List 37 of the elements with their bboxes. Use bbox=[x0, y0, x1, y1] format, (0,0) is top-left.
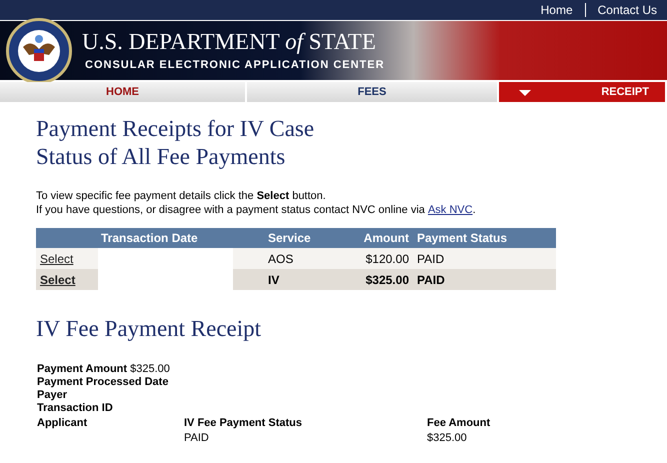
nav-tab[interactable]: FEES bbox=[247, 82, 499, 102]
column-header: Applicant bbox=[37, 417, 88, 430]
field-label: Payer bbox=[37, 389, 68, 402]
field-value: $325.00 bbox=[130, 363, 170, 376]
field-label: Payment Amount bbox=[37, 363, 128, 376]
site-title: U.S. DEPARTMENT of STATE bbox=[82, 28, 377, 56]
column-header: Fee Amount bbox=[427, 417, 492, 430]
column-header: Transaction Date bbox=[100, 230, 199, 247]
table-cell-text: IV bbox=[268, 272, 280, 288]
table-cell-text: PAID bbox=[416, 272, 445, 288]
instruction-text: If you have questions, or disagree with a payment status contact NVC online via bbox=[36, 203, 426, 217]
page-heading: Payment Receipts for IV Case bbox=[36, 115, 316, 143]
table-cell-text: $325.00 bbox=[364, 272, 409, 288]
column-header: Service bbox=[268, 230, 312, 247]
select-link[interactable]: Select bbox=[40, 252, 74, 266]
section-heading: IV Fee Payment Receipt bbox=[36, 315, 262, 343]
nav-tab[interactable]: RECEIPT bbox=[499, 82, 667, 102]
instruction-text: To view specific fee payment details click the Select button. bbox=[36, 189, 327, 203]
column-header: IV Fee Payment Status bbox=[184, 417, 303, 430]
field-label: Payment Processed Date bbox=[37, 376, 170, 389]
table-cell-text: $325.00 bbox=[427, 432, 468, 445]
table-cell-text: $120.00 bbox=[364, 250, 409, 268]
field-label: Transaction ID bbox=[37, 402, 114, 415]
top-link[interactable]: Home bbox=[540, 1, 573, 19]
ask-nvc-link[interactable]: Ask NVC bbox=[428, 203, 473, 217]
column-header: Payment Status bbox=[416, 230, 508, 247]
nav-tab[interactable]: HOME bbox=[0, 82, 247, 102]
site-subtitle: CONSULAR ELECTRONIC APPLICATION CENTER bbox=[85, 58, 385, 74]
table-cell-text: AOS bbox=[268, 250, 294, 268]
period-text: . bbox=[472, 203, 476, 217]
select-link[interactable]: Select bbox=[40, 272, 76, 286]
caret-icon bbox=[519, 90, 531, 96]
table-cell-text: PAID bbox=[184, 432, 210, 445]
top-link[interactable]: Contact Us bbox=[598, 1, 657, 19]
column-header: Amount bbox=[362, 230, 409, 247]
page-heading: Status of All Fee Payments bbox=[36, 143, 286, 171]
table-cell-text: PAID bbox=[416, 250, 444, 268]
